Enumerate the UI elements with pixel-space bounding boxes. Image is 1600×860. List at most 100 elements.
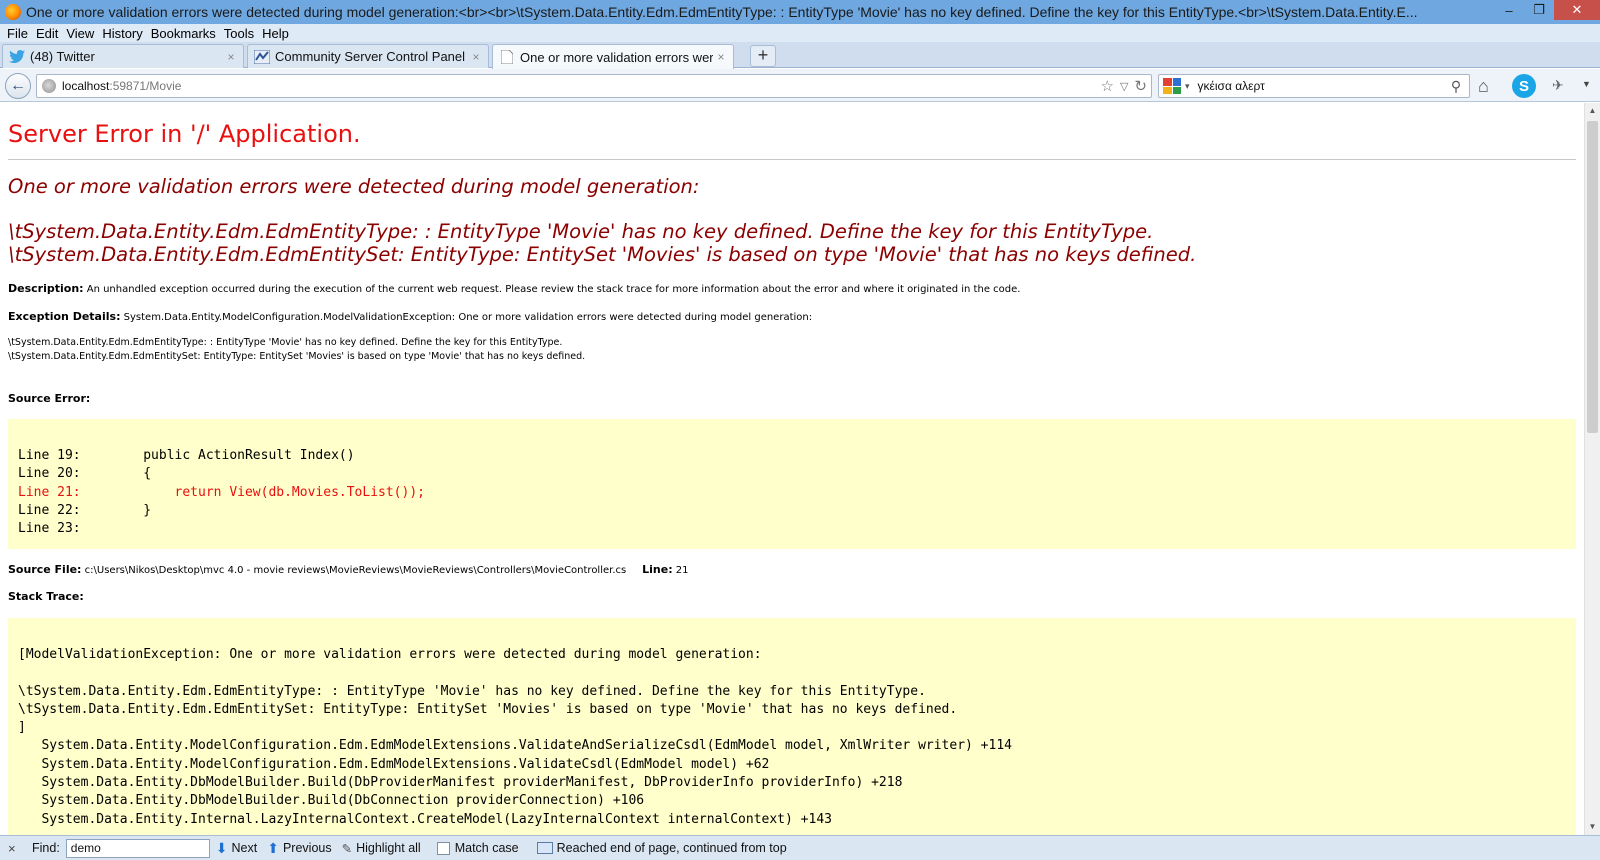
- divider: [8, 159, 1576, 160]
- tab-close-icon[interactable]: ×: [468, 50, 484, 64]
- stack-line: System.Data.Entity.DbModelBuilder.Build(…: [18, 775, 903, 791]
- page-icon: [499, 50, 515, 64]
- menu-help[interactable]: Help: [262, 26, 289, 41]
- stack-trace-section: Stack Trace:: [8, 590, 84, 603]
- reload-icon[interactable]: ↻: [1134, 77, 1147, 95]
- navigation-bar: ← localhost:59871/Movie ☆ ▽ ↻ ▾ γκέισα α…: [0, 69, 1600, 102]
- stack-line: \tSystem.Data.Entity.Edm.EdmEntitySet: E…: [18, 701, 958, 717]
- menu-edit[interactable]: Edit: [36, 26, 58, 41]
- search-engine-dropdown-icon[interactable]: ▾: [1185, 81, 1190, 92]
- wrap-around-icon: [536, 842, 553, 854]
- source-error-label: Source Error:: [8, 392, 91, 405]
- code-line: Line 19: public ActionResult Index(): [18, 448, 355, 463]
- tab-error-page[interactable]: One or more validation errors were d... …: [492, 44, 734, 69]
- search-input[interactable]: γκέισα αλερτ: [1198, 79, 1447, 93]
- window-title: One or more validation errors were detec…: [26, 4, 1418, 20]
- line-number: 21: [672, 565, 689, 576]
- scroll-down-arrow-icon[interactable]: ▼: [1585, 819, 1600, 835]
- exception-text: System.Data.Entity.ModelConfiguration.Mo…: [120, 312, 813, 323]
- vertical-scrollbar[interactable]: ▲ ▼: [1584, 103, 1600, 835]
- url-actions: ☆ ▽ ↻: [1101, 77, 1148, 95]
- new-tab-button[interactable]: +: [750, 45, 776, 67]
- find-status: Reached end of page, continued from top: [556, 841, 787, 855]
- stack-line: System.Data.Entity.DbModelBuilder.Build(…: [18, 793, 645, 809]
- description: Description: An unhandled exception occu…: [8, 282, 1020, 295]
- highlight-pen-icon[interactable]: ✎: [342, 841, 352, 856]
- skype-icon[interactable]: S: [1512, 74, 1536, 98]
- match-case-checkbox[interactable]: [436, 841, 450, 855]
- stack-trace-label: Stack Trace:: [8, 590, 84, 603]
- url-path: :59871/Movie: [109, 79, 182, 93]
- tab-close-icon[interactable]: ×: [223, 50, 239, 64]
- description-text: An unhandled exception occurred during t…: [83, 284, 1021, 295]
- stack-line: System.Data.Entity.ModelConfiguration.Ed…: [18, 738, 1012, 754]
- find-previous-button[interactable]: Previous: [283, 841, 332, 855]
- search-bar[interactable]: ▾ γκέισα αλερτ ⚲: [1158, 74, 1470, 98]
- menu-file[interactable]: File: [7, 26, 28, 41]
- minimize-button[interactable]: –: [1494, 0, 1524, 20]
- menu-history[interactable]: History: [102, 26, 142, 41]
- code-line: Line 23:: [18, 521, 81, 537]
- stack-line: System.Data.Entity.Internal.LazyInternal…: [18, 811, 832, 827]
- find-close-icon[interactable]: ×: [8, 841, 22, 856]
- source-file-label: Source File:: [8, 563, 82, 576]
- tab-close-icon[interactable]: ×: [713, 50, 729, 64]
- exception-label: Exception Details:: [8, 310, 121, 323]
- firefox-logo-icon[interactable]: [5, 4, 21, 20]
- stack-line: [ModelValidationException: One or more v…: [18, 647, 762, 662]
- exception-line-1: \tSystem.Data.Entity.Edm.EdmEntityType: …: [8, 337, 563, 348]
- source-code-box: Line 19: public ActionResult Index() Lin…: [8, 419, 1576, 549]
- stack-line: System.Data.Entity.ModelConfiguration.Ed…: [18, 756, 770, 772]
- highlight-all-button[interactable]: Highlight all: [356, 841, 421, 855]
- source-file-path: c:\Users\Nikos\Desktop\mvc 4.0 - movie r…: [81, 565, 627, 576]
- menu-tools[interactable]: Tools: [224, 26, 254, 41]
- aspnet-icon: [254, 49, 270, 64]
- google-icon[interactable]: [1163, 78, 1181, 94]
- stack-line: \tSystem.Data.Entity.Edm.EdmEntityType: …: [18, 683, 926, 699]
- find-input[interactable]: [65, 838, 210, 858]
- line-label: Line:: [642, 563, 673, 576]
- window-controls: – ❐ ✕: [1494, 0, 1600, 22]
- match-case-label[interactable]: Match case: [455, 841, 519, 855]
- code-line-error: Line 21: return View(db.Movies.ToList())…: [18, 484, 425, 500]
- find-next-button[interactable]: Next: [232, 841, 258, 855]
- url-dropdown-icon[interactable]: ▽: [1120, 80, 1128, 95]
- tab-label: Community Server Control Panel: [275, 49, 466, 64]
- url-host: localhost: [62, 79, 110, 93]
- tab-twitter[interactable]: (48) Twitter ×: [2, 44, 244, 68]
- find-bar: × Find: ⬇ Next ⬆ Previous ✎ Highlight al…: [0, 835, 1600, 860]
- description-label: Description:: [8, 282, 84, 295]
- scrollbar-thumb[interactable]: [1587, 121, 1598, 433]
- url-bar[interactable]: localhost:59871/Movie ☆ ▽ ↻: [36, 74, 1152, 98]
- exception-line-2: \tSystem.Data.Entity.Edm.EdmEntitySet: E…: [8, 351, 586, 362]
- source-code: Line 19: public ActionResult Index() Lin…: [18, 447, 425, 538]
- twitter-icon: [9, 50, 25, 64]
- bookmark-star-icon[interactable]: ☆: [1101, 77, 1114, 95]
- stack-line: ]: [18, 720, 26, 736]
- arrow-down-icon[interactable]: ⬇: [216, 840, 228, 857]
- menu-view[interactable]: View: [66, 26, 94, 41]
- stack-trace: [ModelValidationException: One or more v…: [18, 646, 1012, 829]
- stack-trace-box: [ModelValidationException: One or more v…: [8, 618, 1576, 835]
- code-line: Line 20: {: [18, 466, 152, 482]
- source-error-section: Source Error:: [8, 392, 90, 405]
- toolbar-menu-dropdown-icon[interactable]: ▼: [1582, 79, 1591, 89]
- tab-community-server[interactable]: Community Server Control Panel ×: [247, 44, 489, 68]
- extension-icon[interactable]: ✈: [1552, 77, 1564, 94]
- menu-bookmarks[interactable]: Bookmarks: [151, 26, 216, 41]
- home-icon[interactable]: ⌂: [1478, 76, 1489, 97]
- search-icon[interactable]: ⚲: [1447, 78, 1465, 95]
- back-button[interactable]: ←: [5, 73, 31, 99]
- globe-icon: [42, 79, 56, 93]
- tab-label: One or more validation errors were d...: [520, 49, 713, 65]
- find-label: Find:: [32, 841, 60, 855]
- arrow-up-icon[interactable]: ⬆: [267, 840, 279, 857]
- menu-bar: File Edit View History Bookmarks Tools H…: [0, 24, 1600, 42]
- page-title: Server Error in '/' Application.: [8, 120, 361, 148]
- tab-label: (48) Twitter: [30, 49, 95, 64]
- restore-button[interactable]: ❐: [1524, 0, 1554, 20]
- scroll-up-arrow-icon[interactable]: ▲: [1585, 103, 1600, 119]
- close-button[interactable]: ✕: [1554, 0, 1600, 20]
- tab-bar: (48) Twitter × Community Server Control …: [0, 42, 1600, 69]
- error-heading: One or more validation errors were detec…: [8, 175, 700, 198]
